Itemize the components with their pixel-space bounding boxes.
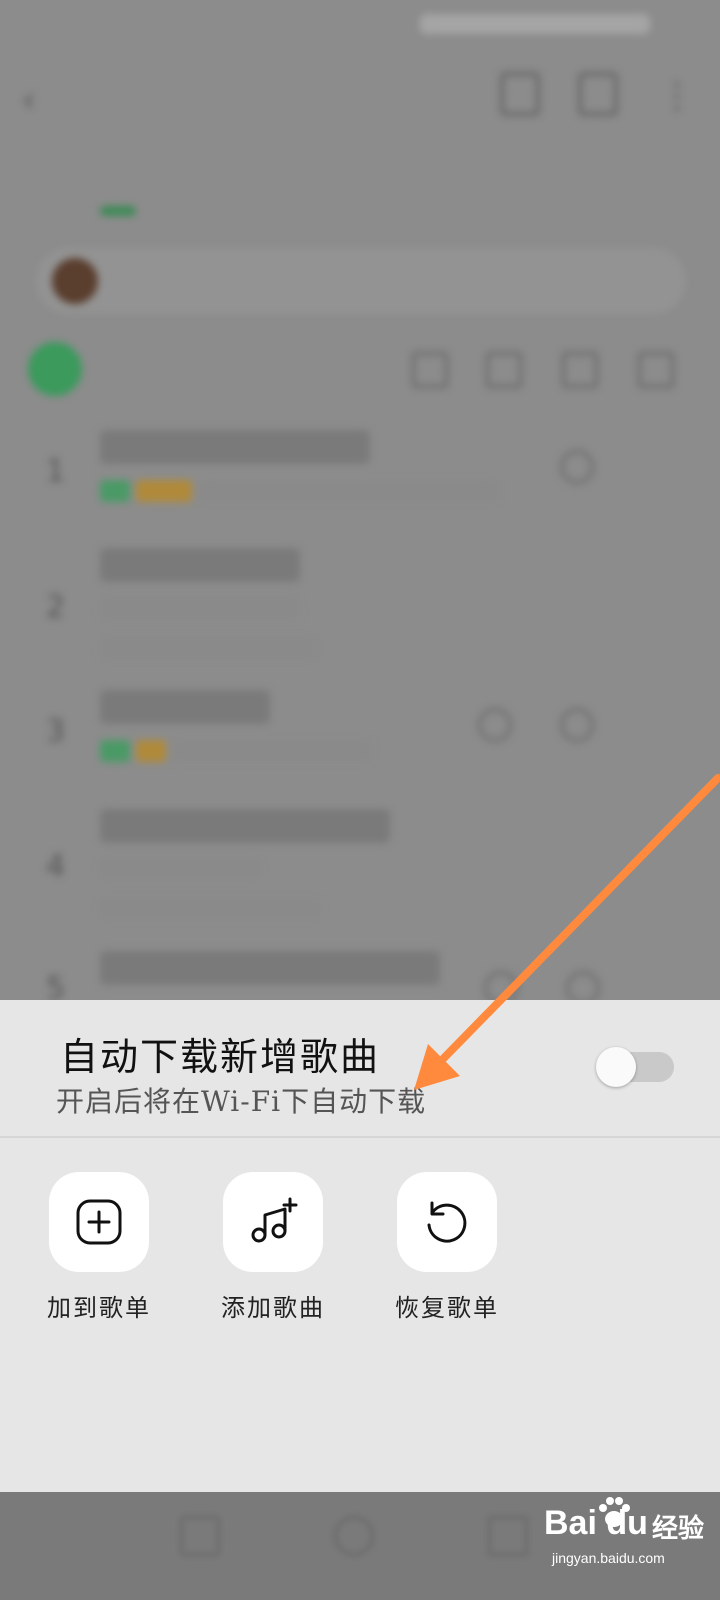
watermark-url: jingyan.baidu.com	[552, 1550, 665, 1566]
song-index: 1	[46, 454, 66, 489]
download-icon[interactable]	[486, 352, 522, 388]
playlist-banner[interactable]	[36, 248, 686, 314]
bottom-sheet: 自动下载新增歌曲 开启后将在Wi-Fi下自动下载 加到歌单 添加歌曲 恢复歌单	[0, 1000, 720, 1492]
filter-icon[interactable]	[412, 352, 448, 388]
song-row[interactable]: 1	[0, 420, 720, 530]
auto-download-subtitle: 开启后将在Wi-Fi下自动下载	[56, 1085, 427, 1118]
restore-playlist-label: 恢复歌单	[395, 1294, 499, 1322]
song-title	[100, 548, 300, 582]
paw-icon	[599, 1497, 630, 1527]
song-index: 3	[46, 714, 66, 749]
song-row[interactable]: 4	[0, 805, 720, 919]
song-title	[100, 690, 270, 724]
song-meta	[100, 638, 320, 658]
back-icon[interactable]: ‹	[22, 80, 36, 120]
add-square-icon	[76, 1199, 122, 1245]
song-index: 4	[46, 849, 66, 884]
toggle-knob	[596, 1047, 636, 1087]
add-to-playlist-button[interactable]: 加到歌单	[39, 1172, 159, 1323]
status-bar	[0, 0, 720, 50]
add-songs-tile[interactable]	[223, 1172, 323, 1272]
share-icon[interactable]	[578, 72, 618, 116]
play-all-icon[interactable]	[28, 342, 82, 396]
restore-playlist-button[interactable]: 恢复歌单	[387, 1172, 507, 1323]
auto-download-toggle[interactable]	[596, 1047, 674, 1087]
add-songs-button[interactable]: 添加歌曲	[213, 1172, 333, 1323]
song-title	[100, 951, 440, 985]
song-row[interactable]: 2	[0, 540, 720, 658]
add-to-playlist-tile[interactable]	[49, 1172, 149, 1272]
edit-icon[interactable]	[562, 352, 598, 388]
baidu-jingyan-watermark: Bai du 经验 jingyan.baidu.com	[544, 1494, 714, 1584]
add-to-playlist-label: 加到歌单	[47, 1294, 151, 1322]
auto-download-row[interactable]: 自动下载新增歌曲 开启后将在Wi-Fi下自动下载	[0, 1000, 720, 1138]
avatar	[52, 258, 98, 304]
song-title	[100, 809, 390, 843]
tab-bar	[0, 158, 720, 228]
play-all-row[interactable]	[28, 342, 698, 402]
nav-home-icon[interactable]	[334, 1516, 374, 1556]
song-action-icon[interactable]	[478, 708, 512, 742]
nav-back-icon[interactable]	[488, 1516, 528, 1556]
song-meta	[100, 859, 260, 879]
nav-menu-icon[interactable]	[180, 1516, 220, 1556]
screen: ‹ ⋮ 1 2 3 4 5 自动下载新增歌曲 开启后将在Wi-Fi下自动下载 加…	[0, 0, 720, 1600]
search-icon[interactable]	[500, 72, 540, 116]
song-action-icon[interactable]	[560, 708, 594, 742]
watermark-brand: 经验	[652, 1514, 705, 1544]
restore-icon	[427, 1201, 467, 1243]
song-index: 2	[46, 590, 66, 625]
select-icon[interactable]	[638, 352, 674, 388]
tab-underline	[100, 206, 136, 216]
song-row[interactable]: 3	[0, 690, 720, 800]
auto-download-title: 自动下载新增歌曲	[60, 1035, 381, 1079]
status-icons	[420, 14, 650, 34]
song-meta	[100, 738, 372, 763]
song-title	[100, 430, 370, 464]
app-header: ‹ ⋮	[0, 60, 720, 130]
more-icon[interactable]: ⋮	[660, 76, 694, 116]
restore-playlist-tile[interactable]	[397, 1172, 497, 1272]
add-songs-label: 添加歌曲	[221, 1294, 325, 1322]
song-meta	[100, 598, 300, 618]
song-meta	[100, 899, 320, 919]
song-action-icon[interactable]	[560, 450, 594, 484]
song-meta	[100, 478, 498, 503]
music-note-plus-icon	[251, 1197, 298, 1243]
